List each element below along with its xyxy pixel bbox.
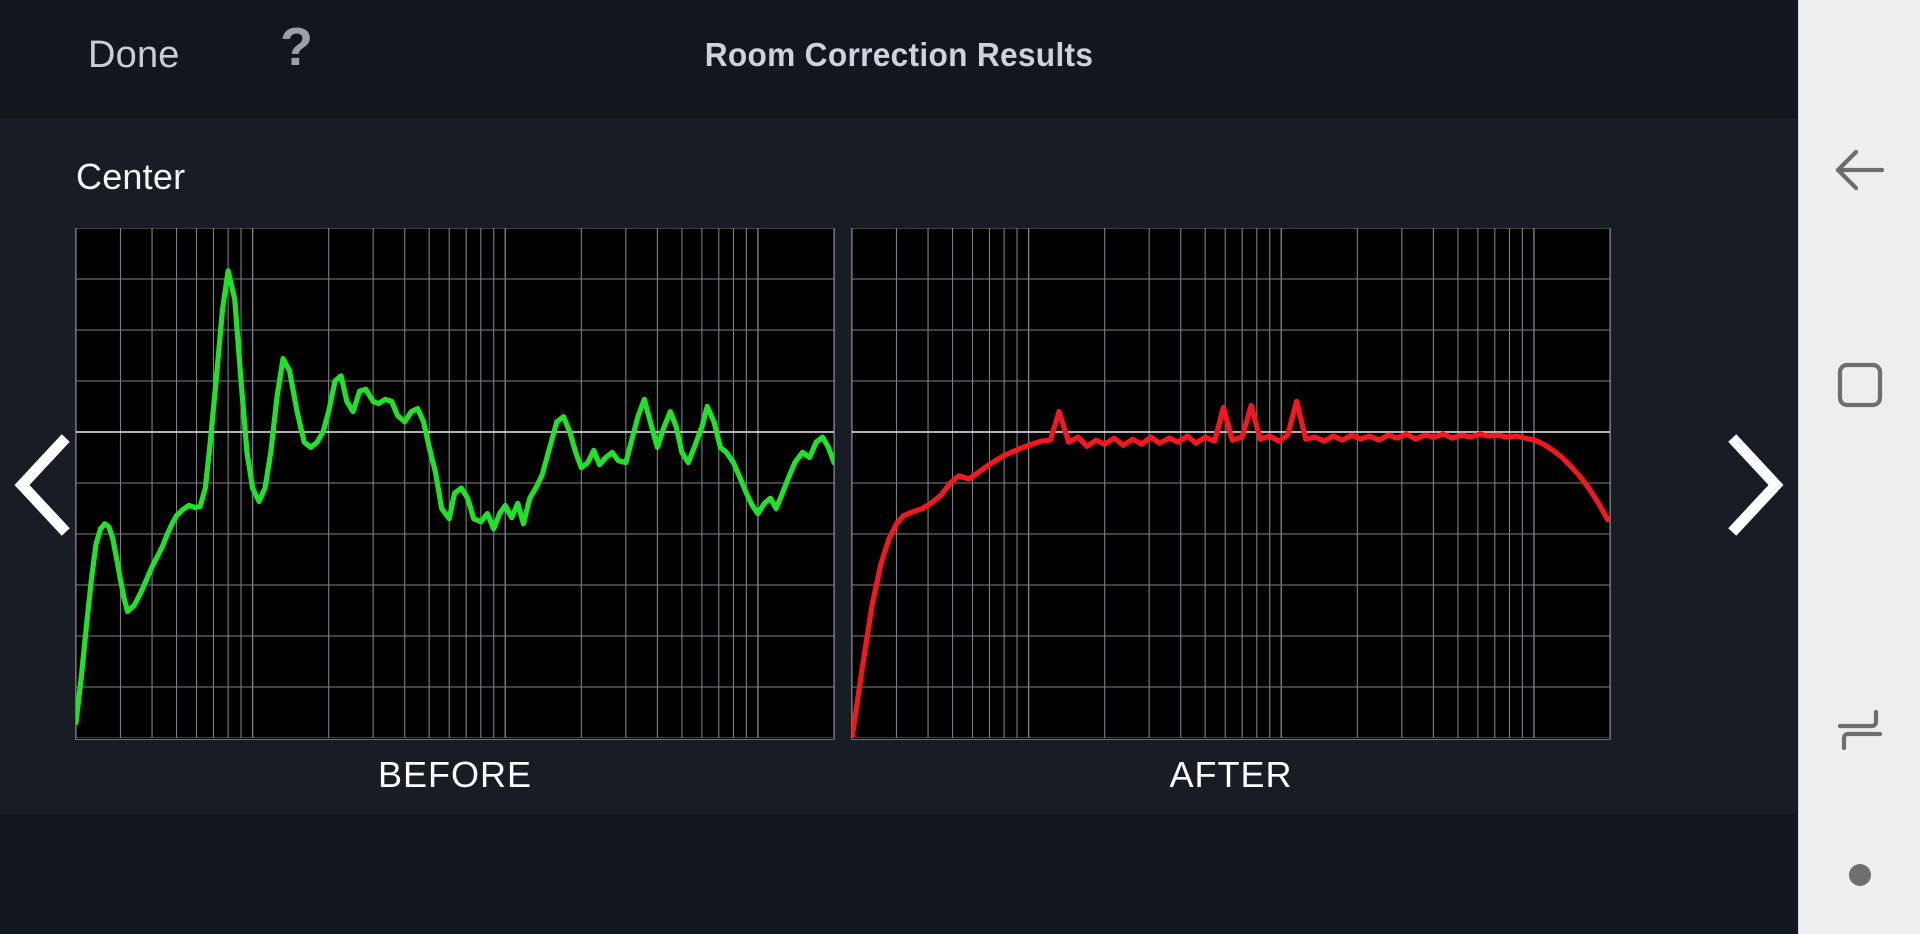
- results-content: Center BEFORE AFTER: [0, 120, 1798, 814]
- plot-svg-before: [76, 228, 834, 738]
- chevron-left-icon: [14, 434, 70, 536]
- chart-caption-after: AFTER: [1169, 754, 1293, 795]
- plot-svg-after: [852, 228, 1610, 738]
- frequency-response-plot-after: [851, 228, 1611, 740]
- chart-caption-before: BEFORE: [377, 754, 533, 795]
- frequency-response-plot-before: [75, 228, 835, 740]
- previous-channel-chevron-icon[interactable]: [8, 430, 80, 540]
- chart-block-after: AFTER: [851, 228, 1611, 796]
- phone-screen: Done ? Room Correction Results Center BE…: [0, 0, 1798, 934]
- system-navigation-rail: [1798, 0, 1920, 934]
- bottom-spacer: [0, 814, 1798, 934]
- next-channel-chevron-icon[interactable]: [1718, 430, 1790, 540]
- system-split-screen-button[interactable]: [1799, 690, 1920, 770]
- page-title: Room Correction Results: [704, 36, 1094, 73]
- channel-name-label: Center: [76, 156, 186, 197]
- system-recent-apps-button[interactable]: [1799, 345, 1920, 425]
- chart-block-before: BEFORE: [75, 228, 835, 796]
- home-dot-icon: [1849, 864, 1871, 886]
- app-root: Done ? Room Correction Results Center BE…: [0, 0, 1920, 934]
- split-screen-icon: [1837, 709, 1883, 751]
- top-navigation-bar: Done ? Room Correction Results: [0, 0, 1798, 120]
- system-home-button[interactable]: [1799, 840, 1920, 910]
- chevron-right-icon: [1728, 434, 1784, 536]
- back-arrow-icon: [1835, 149, 1885, 191]
- recent-apps-square-icon: [1837, 362, 1883, 408]
- system-back-button[interactable]: [1799, 130, 1920, 210]
